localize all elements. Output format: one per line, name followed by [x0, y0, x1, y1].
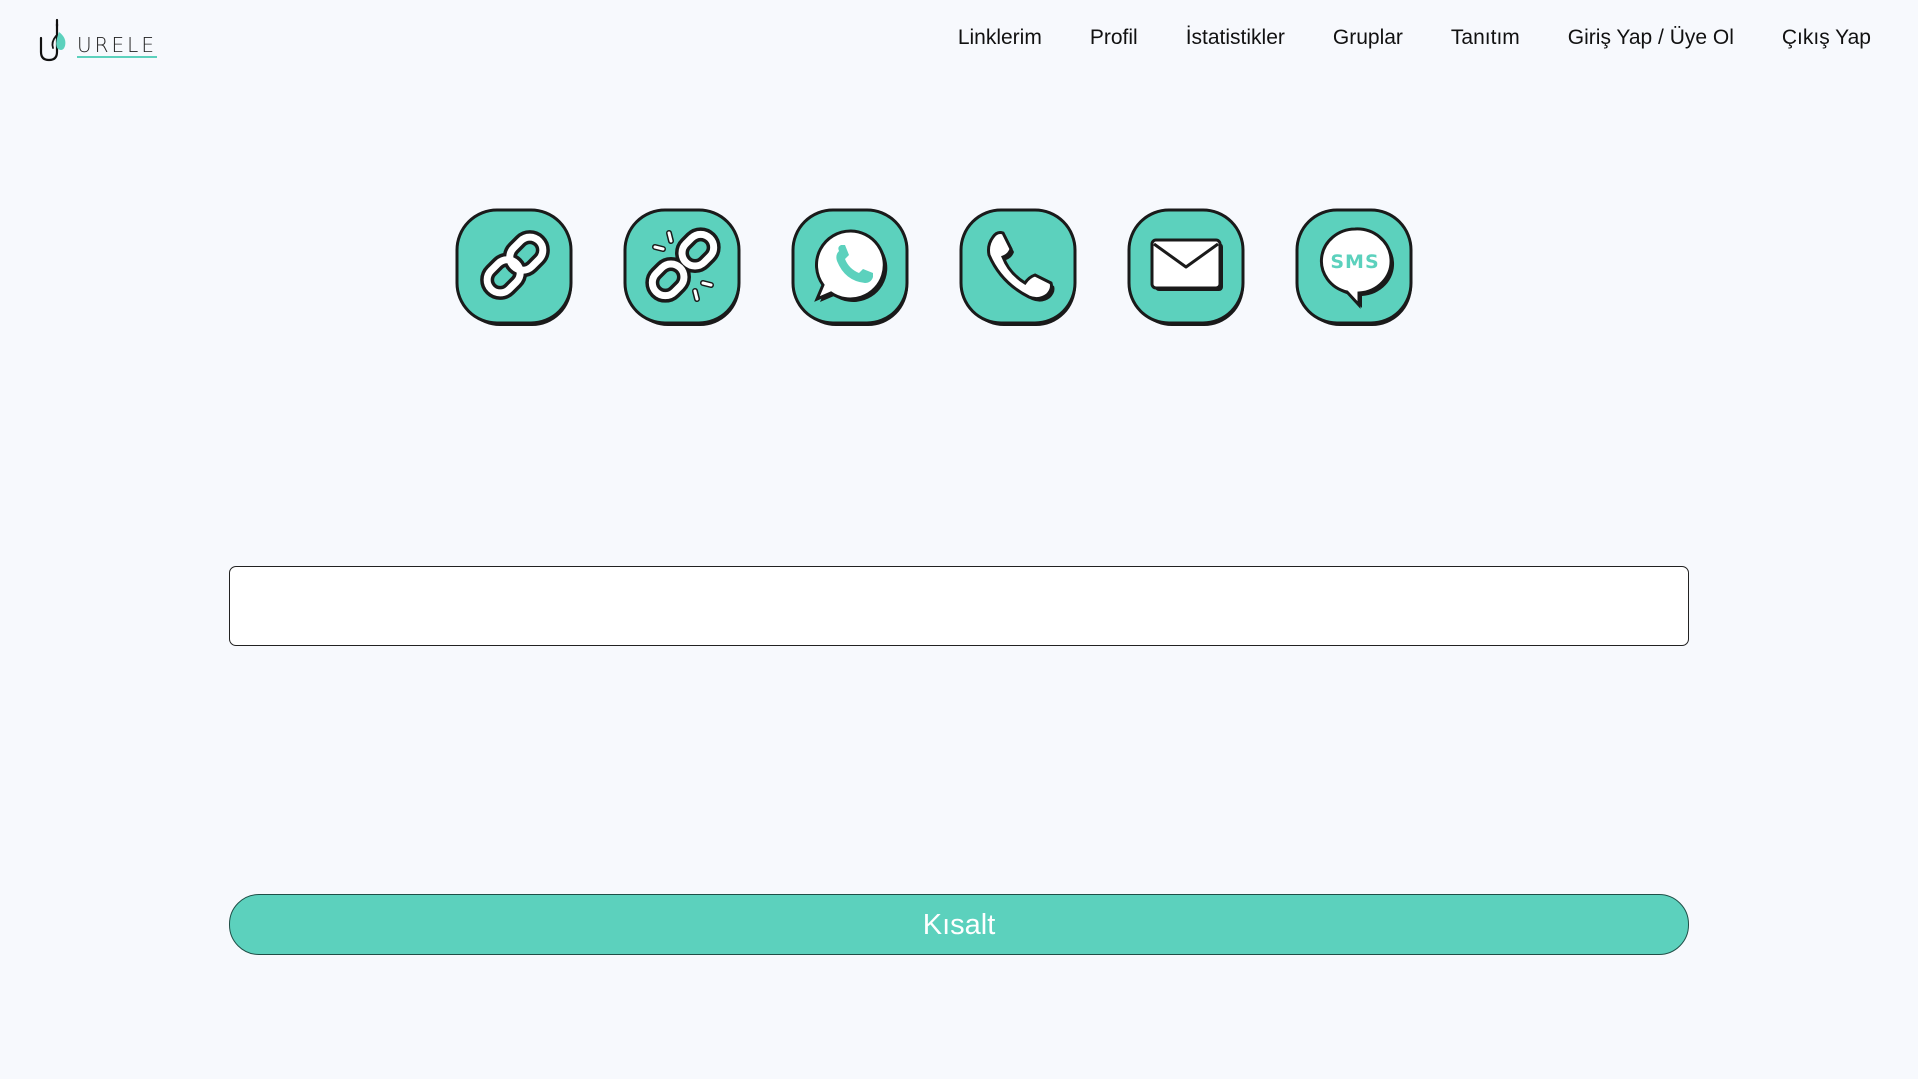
link-type-url-button[interactable]: [455, 207, 575, 327]
sms-icon-label: SMS: [1330, 251, 1379, 273]
nav-item-cikis-yap[interactable]: Çıkış Yap: [1782, 26, 1871, 50]
nav-item-gruplar[interactable]: Gruplar: [1333, 26, 1403, 50]
phone-icon: [959, 208, 1077, 326]
link-type-email-button[interactable]: [1127, 207, 1247, 327]
link-type-phone-button[interactable]: [959, 207, 1079, 327]
nav-item-tanitim[interactable]: Tanıtım: [1451, 26, 1520, 50]
broken-link-icon: [623, 208, 741, 326]
sms-icon: SMS: [1295, 208, 1413, 326]
url-input[interactable]: [229, 566, 1689, 646]
nav-item-profil[interactable]: Profil: [1090, 26, 1138, 50]
logo-text: URELE: [77, 33, 157, 58]
nav-item-giris-yap-uye-ol[interactable]: Giriş Yap / Üye Ol: [1568, 26, 1734, 50]
link-type-whatsapp-button[interactable]: [791, 207, 911, 327]
shorten-button[interactable]: Kısalt: [229, 894, 1689, 955]
page: URELE Linklerim Profil İstatistikler Gru…: [0, 0, 1918, 1079]
link-type-broken-link-button[interactable]: [623, 207, 743, 327]
nav-item-linklerim[interactable]: Linklerim: [958, 26, 1042, 50]
whatsapp-icon: [791, 208, 909, 326]
link-type-selector: SMS: [455, 207, 1415, 327]
link-icon: [455, 208, 573, 326]
main-nav: Linklerim Profil İstatistikler Gruplar T…: [958, 26, 1871, 50]
logo[interactable]: URELE: [37, 16, 157, 62]
email-icon: [1127, 208, 1245, 326]
logo-mark-icon: [39, 18, 66, 62]
link-type-sms-button[interactable]: SMS: [1295, 207, 1415, 327]
nav-item-istatistikler[interactable]: İstatistikler: [1186, 26, 1285, 50]
